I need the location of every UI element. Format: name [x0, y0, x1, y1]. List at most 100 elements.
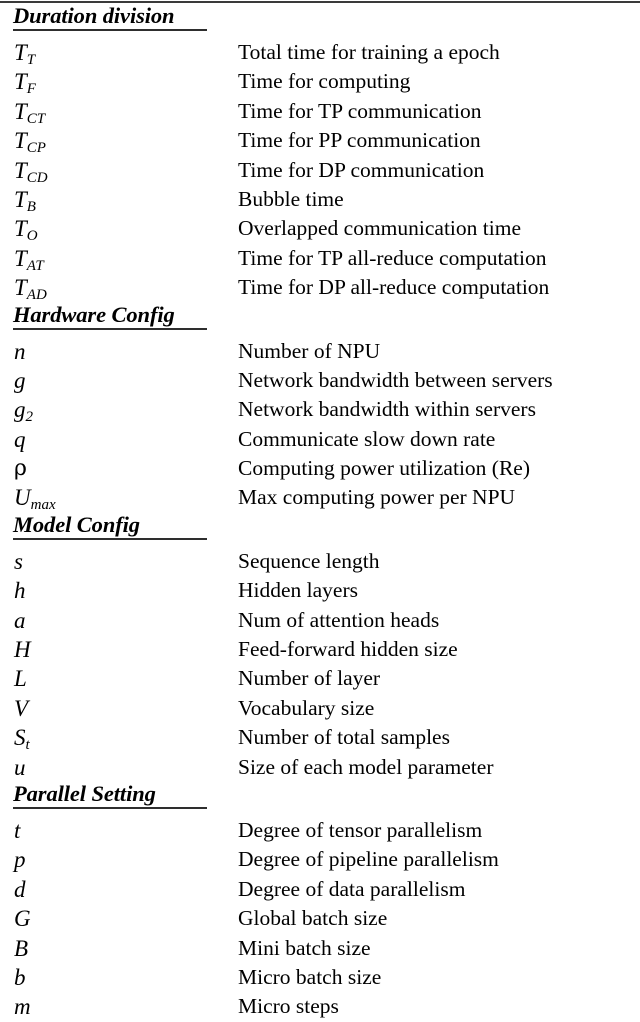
- section-header: Hardware Config: [0, 301, 640, 330]
- symbol-cell: ρ: [14, 454, 27, 483]
- table-row: St Number of total samples: [0, 723, 640, 753]
- symbol-cell: TT: [14, 38, 35, 71]
- description-cell: Number of NPU: [238, 338, 381, 363]
- description-cell: Degree of data parallelism: [238, 876, 466, 901]
- table-row: TT Total time for training a epoch: [0, 38, 640, 68]
- section-header: Model Config: [0, 512, 640, 540]
- symbol-base: s: [14, 548, 23, 574]
- table-row: g2 Network bandwidth within servers: [0, 395, 640, 426]
- table-row: n Number of NPU: [0, 337, 640, 366]
- symbol-base: T: [14, 186, 27, 212]
- description-cell: Mini batch size: [238, 935, 371, 960]
- description-cell: Number of layer: [238, 666, 381, 691]
- description-cell: Size of each model parameter: [238, 754, 494, 779]
- symbol-subscript: O: [26, 228, 38, 245]
- description-cell: Max computing power per NPU: [238, 485, 516, 510]
- symbol-subscript: t: [25, 737, 30, 754]
- table-row: Umax Max computing power per NPU: [0, 483, 640, 513]
- symbol-base: g: [14, 367, 26, 393]
- description-cell: Total time for training a epoch: [238, 40, 500, 64]
- symbol-base: u: [14, 754, 26, 780]
- description-cell: Overlapped communication time: [238, 216, 521, 241]
- table-row: G Global batch size: [0, 904, 640, 933]
- symbol-cell: t: [14, 816, 20, 845]
- symbol-base: H: [14, 637, 31, 663]
- symbol-cell: B: [14, 934, 28, 963]
- description-cell: Time for TP communication: [238, 98, 482, 123]
- description-cell: Feed-forward hidden size: [238, 637, 458, 662]
- symbol-cell: H: [14, 635, 31, 664]
- table-row: a Num of attention heads: [0, 606, 640, 635]
- table-row: d Degree of data parallelism: [0, 875, 640, 904]
- symbol-base: d: [14, 876, 26, 902]
- symbol-base: b: [14, 964, 26, 990]
- symbol-base: a: [14, 607, 26, 633]
- section-header-label: Hardware Config: [13, 301, 175, 327]
- description-cell: Sequence length: [238, 548, 380, 573]
- table-row: ρ Computing power utilization (Re): [0, 454, 640, 483]
- symbol-cell: n: [14, 337, 26, 366]
- table-row: TF Time for computing: [0, 67, 640, 97]
- description-cell: Time for computing: [238, 69, 411, 94]
- symbol-base: t: [14, 817, 21, 843]
- symbol-base: T: [14, 245, 27, 271]
- section-header-underline: [13, 327, 207, 330]
- symbol-cell: h: [14, 576, 26, 605]
- symbol-cell: p: [14, 845, 26, 874]
- symbol-cell: s: [14, 547, 23, 576]
- description-cell: Time for DP all-reduce computation: [238, 275, 550, 300]
- symbol-base: G: [14, 906, 31, 932]
- symbol-cell: TO: [14, 214, 38, 247]
- table-row: TAD Time for DP all-reduce computation: [0, 273, 640, 304]
- table-row: TB Bubble time: [0, 185, 640, 215]
- description-cell: Computing power utilization (Re): [238, 456, 530, 481]
- table-row: TCT Time for TP communication: [0, 97, 640, 127]
- table-row: g Network bandwidth between servers: [0, 366, 640, 395]
- notation-table: Duration division TT Total time for traini…: [0, 4, 640, 1022]
- description-cell: Communicate slow down rate: [238, 426, 496, 451]
- section-header-label: Parallel Setting: [13, 780, 156, 806]
- symbol-cell: q: [14, 425, 26, 454]
- symbol-cell: g: [14, 366, 26, 395]
- symbol-subscript: 2: [25, 409, 34, 426]
- symbol-base: T: [14, 128, 27, 154]
- symbol-base: m: [14, 994, 31, 1020]
- symbol-cell: u: [14, 753, 26, 782]
- symbol-cell: d: [14, 875, 26, 904]
- symbol-cell: TB: [14, 185, 36, 218]
- description-cell: Time for DP communication: [238, 157, 485, 182]
- table-row: s Sequence length: [0, 547, 640, 576]
- table-row: TCP Time for PP communication: [0, 126, 640, 157]
- symbol-subscript: CD: [26, 169, 48, 186]
- symbol-base: V: [14, 695, 29, 721]
- table-row: TAT Time for TP all-reduce computation: [0, 244, 640, 274]
- symbol-base: n: [14, 338, 26, 364]
- table-row: B Mini batch size: [0, 934, 640, 963]
- table-row: TO Overlapped communication time: [0, 214, 640, 244]
- section-header-underline: [13, 806, 207, 809]
- symbol-subscript: AT: [26, 257, 44, 274]
- table-row: m Micro steps: [0, 992, 640, 1021]
- description-cell: Bubble time: [238, 186, 344, 211]
- symbol-cell: St: [14, 723, 30, 756]
- description-cell: Hidden layers: [238, 578, 359, 603]
- symbol-base: U: [14, 485, 31, 511]
- symbol-subscript: CP: [26, 140, 46, 157]
- table-row: TCD Time for DP communication: [0, 156, 640, 186]
- symbol-cell: a: [14, 606, 26, 635]
- symbol-subscript: AD: [26, 287, 47, 304]
- symbol-cell: TCD: [14, 156, 48, 189]
- symbol-base: L: [14, 666, 27, 692]
- symbol-base: T: [14, 69, 27, 95]
- section-header: Parallel Setting: [0, 780, 640, 809]
- section-header-label: Duration division: [13, 3, 175, 28]
- symbol-cell: L: [14, 664, 27, 693]
- symbol-cell: G: [14, 904, 31, 933]
- table-row: t Degree of tensor parallelism: [0, 816, 640, 845]
- description-cell: Degree of pipeline parallelism: [238, 847, 499, 872]
- symbol-base: g: [14, 397, 26, 423]
- symbol-base: T: [14, 275, 27, 301]
